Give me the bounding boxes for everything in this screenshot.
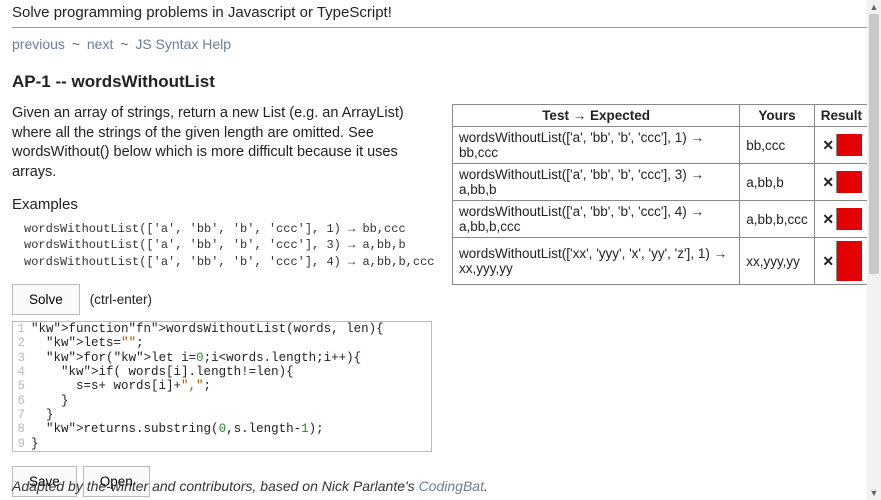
scroll-thumb[interactable] — [869, 14, 879, 274]
cell-yours: bb,ccc — [740, 127, 815, 164]
solve-button[interactable]: Solve — [12, 284, 80, 315]
next-link[interactable]: next — [87, 36, 113, 52]
cell-result: ✕ — [814, 164, 868, 201]
col-yours: Yours — [740, 105, 815, 127]
code-line[interactable]: 7 } — [13, 408, 431, 422]
line-number: 1 — [13, 322, 31, 336]
scroll-down-icon[interactable]: ▼ — [867, 486, 881, 500]
codingbat-link[interactable]: CodingBat — [419, 478, 484, 494]
code-line[interactable]: 2 "kw">let s=""; — [13, 336, 431, 350]
code-line[interactable]: 5 s=s+ words[i]+","; — [13, 379, 431, 393]
syntax-help-link[interactable]: JS Syntax Help — [135, 36, 231, 52]
problem-description: Given an array of strings, return a new … — [12, 104, 432, 182]
code-line[interactable]: 8 "kw">return s.substring(0,s.length-1); — [13, 422, 431, 436]
cell-test: wordsWithoutList(['a', 'bb', 'b', 'ccc']… — [453, 164, 740, 201]
solve-hint: (ctrl-enter) — [90, 292, 152, 307]
code-line[interactable]: 6 } — [13, 394, 431, 408]
line-number: 5 — [13, 379, 31, 393]
line-number: 2 — [13, 336, 31, 350]
footer-text-b: . — [484, 478, 488, 494]
table-row: wordsWithoutList(['a', 'bb', 'b', 'ccc']… — [453, 201, 869, 238]
problem-title: AP-1 -- wordsWithoutList — [12, 72, 869, 92]
previous-link[interactable]: previous — [12, 36, 65, 52]
col-test: Test → Expected — [453, 105, 740, 127]
code-line[interactable]: 1"kw">function "fn">wordsWithoutList(wor… — [13, 322, 431, 336]
banner-text: Solve programming problems in Javascript… — [12, 0, 869, 28]
code-editor[interactable]: 1"kw">function "fn">wordsWithoutList(wor… — [12, 321, 432, 452]
line-number: 4 — [13, 365, 31, 379]
fail-icon: ✕ — [821, 208, 837, 230]
code-line[interactable]: 9} — [13, 437, 431, 451]
sep-2: ~ — [120, 36, 128, 52]
code-line[interactable]: 3 "kw">for("kw">let i=0;i<words.length;i… — [13, 351, 431, 365]
footer-attribution: Adapted by the-winter and contributors, … — [12, 478, 488, 494]
cell-test: wordsWithoutList(['xx', 'yyy', 'x', 'yy'… — [453, 238, 740, 285]
fail-icon: ✕ — [821, 134, 837, 156]
result-bar — [837, 208, 862, 230]
cell-result: ✕ — [814, 238, 868, 285]
cell-test: wordsWithoutList(['a', 'bb', 'b', 'ccc']… — [453, 127, 740, 164]
cell-yours: xx,yyy,yy — [740, 238, 815, 285]
line-number: 9 — [13, 437, 31, 451]
line-number: 3 — [13, 351, 31, 365]
line-number: 6 — [13, 394, 31, 408]
table-row: wordsWithoutList(['a', 'bb', 'b', 'ccc']… — [453, 164, 869, 201]
line-number: 8 — [13, 422, 31, 436]
cell-yours: a,bb,b — [740, 164, 815, 201]
result-bar — [837, 171, 862, 193]
sep-1: ~ — [72, 36, 80, 52]
col-result: Result — [814, 105, 868, 127]
table-row: wordsWithoutList(['a', 'bb', 'b', 'ccc']… — [453, 127, 869, 164]
cell-result: ✕ — [814, 127, 868, 164]
vertical-scrollbar[interactable]: ▲ ▼ — [867, 0, 881, 500]
fail-icon: ✕ — [821, 241, 837, 281]
examples-heading: Examples — [12, 196, 432, 213]
result-bar — [837, 134, 862, 156]
nav-links: previous ~ next ~ JS Syntax Help — [12, 28, 869, 62]
fail-icon: ✕ — [821, 171, 837, 193]
results-table: Test → Expected Yours Result wordsWithou… — [452, 104, 869, 285]
scroll-up-icon[interactable]: ▲ — [867, 0, 881, 14]
footer-text-a: Adapted by the-winter and contributors, … — [12, 478, 419, 494]
cell-test: wordsWithoutList(['a', 'bb', 'b', 'ccc']… — [453, 201, 740, 238]
line-number: 7 — [13, 408, 31, 422]
cell-result: ✕ — [814, 201, 868, 238]
cell-yours: a,bb,b,ccc — [740, 201, 815, 238]
result-bar — [837, 241, 862, 281]
table-row: wordsWithoutList(['xx', 'yyy', 'x', 'yy'… — [453, 238, 869, 285]
examples-block: wordsWithoutList(['a', 'bb', 'b', 'ccc']… — [24, 221, 432, 270]
code-line[interactable]: 4 "kw">if( words[i].length!=len){ — [13, 365, 431, 379]
